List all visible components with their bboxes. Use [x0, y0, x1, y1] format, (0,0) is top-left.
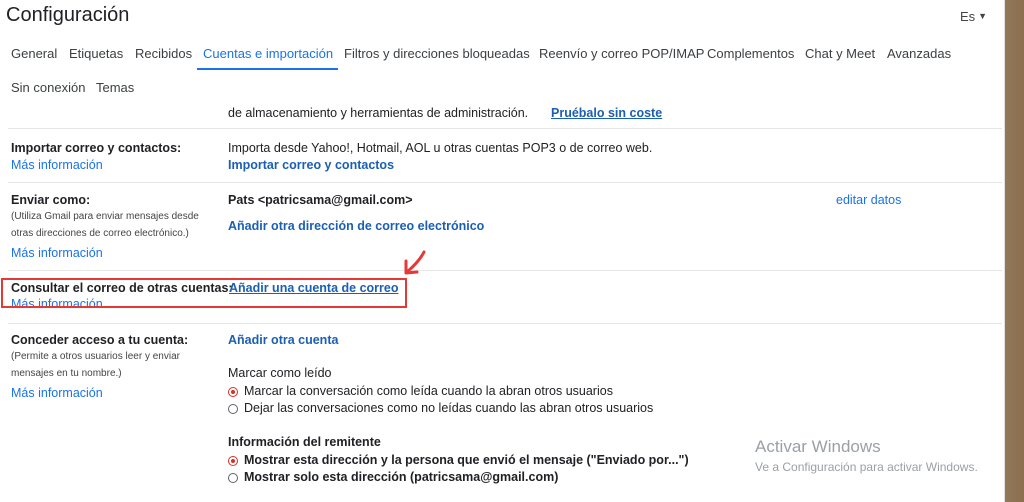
- settings-panel: Configuración Es ▼ General Etiquetas Reci…: [0, 0, 1004, 502]
- mark-read-radio[interactable]: [228, 387, 238, 397]
- import-label: Importar correo y contactos:: [11, 141, 182, 155]
- divider: [8, 323, 1002, 324]
- tab-chat-meet[interactable]: Chat y Meet: [805, 46, 875, 61]
- language-label: Es: [960, 9, 976, 24]
- try-free-link[interactable]: Pruébalo sin coste: [551, 106, 662, 120]
- settings-header: Configuración Es ▼: [0, 0, 1004, 36]
- divider: [8, 182, 1002, 183]
- sender-option-1: Mostrar esta dirección y la persona que …: [244, 453, 689, 467]
- page-title: Configuración: [6, 4, 130, 26]
- add-another-account-link[interactable]: Añadir otra cuenta: [228, 333, 338, 347]
- tab-avanzadas[interactable]: Avanzadas: [887, 46, 951, 61]
- mark-read-option-2: Dejar las conversaciones como no leídas …: [244, 401, 654, 415]
- send-as-description: (Utiliza Gmail para enviar mensajes desd…: [11, 211, 199, 239]
- add-email-address-link[interactable]: Añadir otra dirección de correo electrón…: [228, 219, 484, 233]
- mark-read-option-1: Marcar la conversación como leída cuando…: [244, 384, 613, 398]
- language-selector[interactable]: Es ▼: [960, 9, 987, 24]
- show-both-radio[interactable]: [228, 456, 238, 466]
- tab-sin-conexion[interactable]: Sin conexión: [11, 80, 85, 95]
- background-strip: [1004, 0, 1024, 502]
- keep-unread-radio[interactable]: [228, 404, 238, 414]
- annotation-arrow-icon: [404, 250, 426, 275]
- tab-filtros[interactable]: Filtros y direcciones bloqueadas: [344, 46, 530, 61]
- divider: [8, 270, 1002, 271]
- show-only-address-radio[interactable]: [228, 473, 238, 483]
- import-more-info-link[interactable]: Más información: [11, 158, 103, 172]
- send-as-more-info-link[interactable]: Más información: [11, 246, 103, 260]
- active-tab-indicator: [197, 68, 338, 70]
- tab-complementos[interactable]: Complementos: [707, 46, 794, 61]
- highlight-box: [1, 278, 407, 308]
- grant-access-more-info-link[interactable]: Más información: [11, 386, 103, 400]
- caret-down-icon: ▼: [978, 11, 988, 21]
- tab-etiquetas[interactable]: Etiquetas: [69, 46, 123, 61]
- windows-watermark-title: Activar Windows: [755, 437, 881, 456]
- grant-access-description: (Permite a otros usuarios leer y enviar …: [11, 351, 180, 379]
- tab-general[interactable]: General: [11, 46, 57, 61]
- import-description: Importa desde Yahoo!, Hotmail, AOL u otr…: [228, 141, 653, 155]
- send-as-label: Enviar como:: [11, 193, 91, 207]
- tab-reenvio[interactable]: Reenvío y correo POP/IMAP: [539, 46, 704, 61]
- send-as-identity: Pats <patricsama@gmail.com>: [228, 193, 413, 207]
- mark-read-title: Marcar como leído: [228, 366, 332, 380]
- edit-info-link[interactable]: editar datos: [836, 193, 901, 207]
- windows-watermark-subtitle: Ve a Configuración para activar Windows.: [755, 460, 978, 474]
- import-mail-contacts-link[interactable]: Importar correo y contactos: [228, 158, 394, 172]
- sender-option-2: Mostrar solo esta dirección (patricsama@…: [244, 470, 559, 484]
- tab-cuentas-importacion[interactable]: Cuentas e importación: [203, 46, 333, 61]
- tab-temas[interactable]: Temas: [96, 80, 134, 95]
- storage-text: de almacenamiento y herramientas de admi…: [228, 106, 529, 120]
- divider: [8, 128, 1002, 129]
- tab-recibidos[interactable]: Recibidos: [135, 46, 192, 61]
- grant-access-label: Conceder acceso a tu cuenta:: [11, 333, 189, 347]
- sender-info-title: Información del remitente: [228, 435, 381, 449]
